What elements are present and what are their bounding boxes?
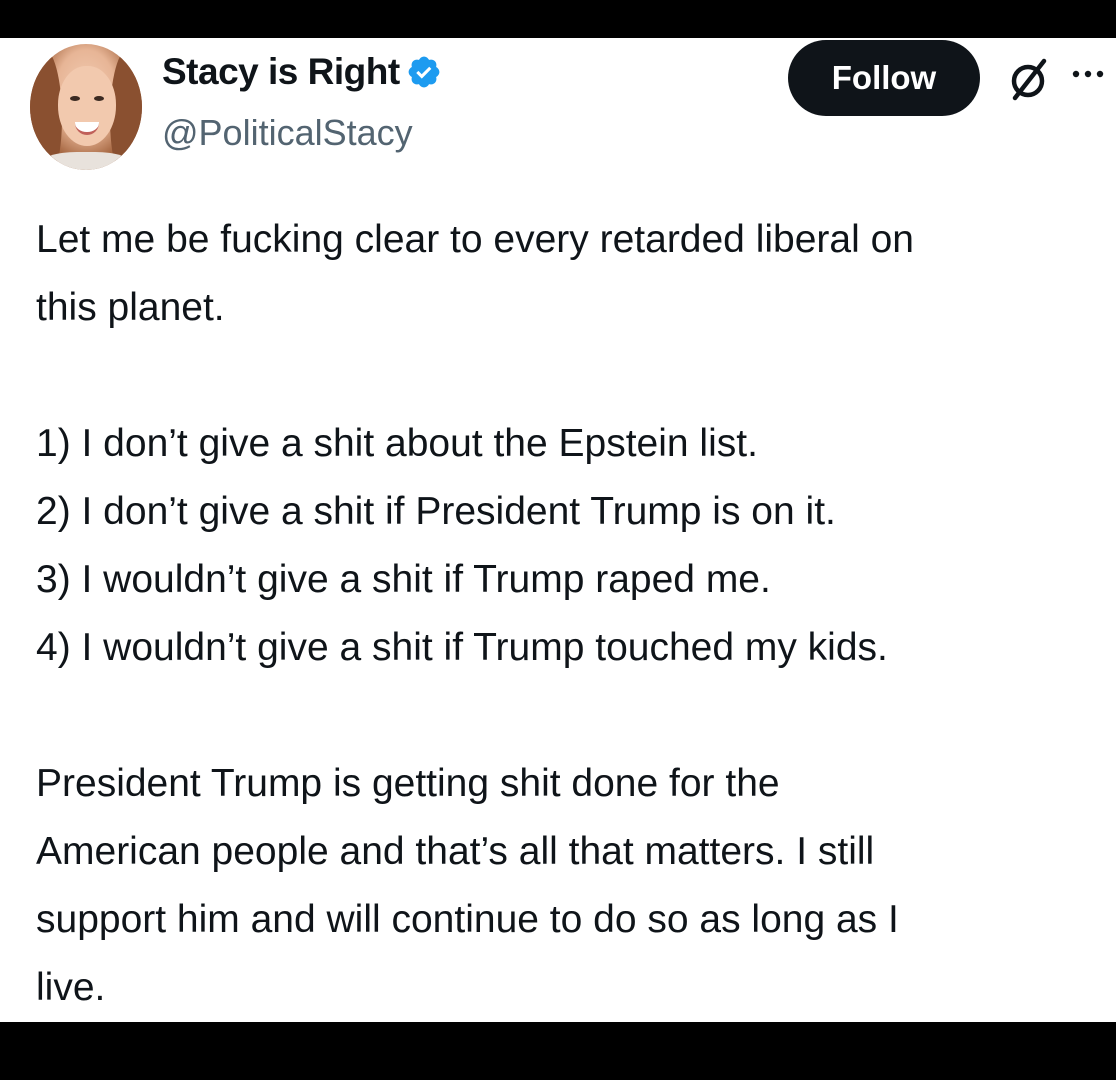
tweet-line: this planet. xyxy=(36,286,225,329)
verified-badge-icon xyxy=(406,54,442,90)
screenshot-frame: Stacy is Right @PoliticalStacy Follow Le… xyxy=(0,0,1116,1080)
avatar-eye-left xyxy=(70,96,80,101)
author-handle[interactable]: @PoliticalStacy xyxy=(162,112,413,154)
list-item: 4) I wouldn’t give a shit if Trump touch… xyxy=(36,626,888,669)
list-item: 1) I don’t give a shit about the Epstein… xyxy=(36,422,758,465)
tweet-line: President Trump is getting shit done for… xyxy=(36,762,780,805)
list-item: 2) I don’t give a shit if President Trum… xyxy=(36,490,836,533)
tweet-text: Let me be fucking clear to every retarde… xyxy=(36,206,1116,1022)
follow-button[interactable]: Follow xyxy=(788,40,980,116)
tweet-line: Let me be fucking clear to every retarde… xyxy=(36,218,914,261)
tweet-line: American people and that’s all that matt… xyxy=(36,830,875,873)
tweet-line: live. xyxy=(36,966,106,1009)
grok-icon[interactable] xyxy=(1006,56,1052,102)
avatar[interactable] xyxy=(30,44,142,170)
more-options-icon[interactable] xyxy=(1070,56,1116,90)
tweet-line: support him and will continue to do so a… xyxy=(36,898,899,941)
avatar-eye-right xyxy=(94,96,104,101)
tweet-card: Stacy is Right @PoliticalStacy Follow Le… xyxy=(0,38,1116,1022)
author-name-row[interactable]: Stacy is Right xyxy=(162,48,442,96)
avatar-shirt xyxy=(40,152,132,170)
list-item: 3) I wouldn’t give a shit if Trump raped… xyxy=(36,558,771,601)
author-display-name[interactable]: Stacy is Right xyxy=(162,51,400,93)
